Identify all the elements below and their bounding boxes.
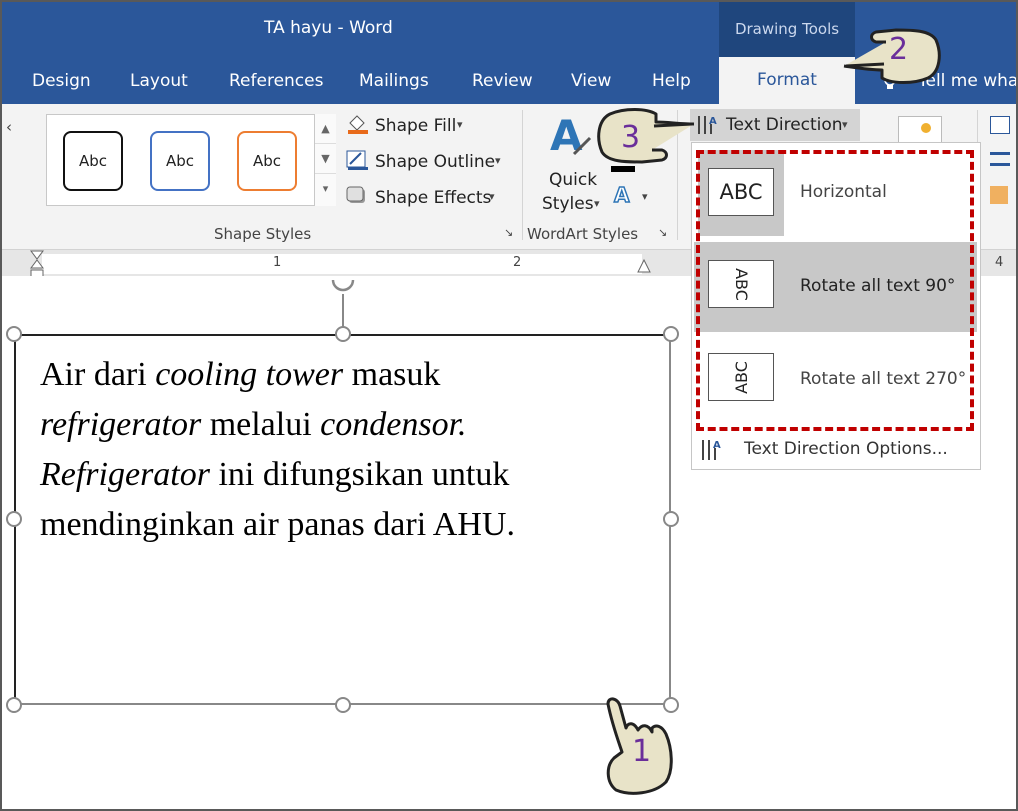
quick-styles-button[interactable]: Quick [549, 170, 597, 190]
step-3-label: 3 [621, 120, 641, 155]
shape-fill-dropdown-icon[interactable]: ▾ [457, 118, 463, 131]
text-direction-button[interactable]: A Text Direction ▾ [690, 109, 860, 141]
text-direction-options-icon: A [702, 440, 721, 460]
resize-handle-bottom[interactable] [335, 697, 351, 713]
text-direction-label: Text Direction [726, 115, 843, 135]
shape-effects-dropdown-icon[interactable]: ▾ [489, 190, 495, 203]
gallery-more-icon[interactable]: ▾ [315, 174, 336, 204]
group-divider [522, 110, 523, 240]
style-orange[interactable]: Abc [237, 131, 297, 191]
resize-handle-top-right[interactable] [663, 326, 679, 342]
shape-outline-dropdown-icon[interactable]: ▾ [495, 154, 501, 167]
text-direction-dropdown-icon: ▾ [842, 118, 848, 131]
tab-layout[interactable]: Layout [130, 71, 188, 91]
wordart-group-label: WordArt Styles [527, 225, 639, 243]
text-line: mendinginkan air panas dari AHU. [40, 506, 515, 543]
bring-forward-icon[interactable] [990, 152, 1010, 166]
resize-handle-top[interactable] [335, 326, 351, 342]
highlight-box [696, 150, 974, 431]
quick-styles-dropdown-icon[interactable]: ▾ [594, 197, 600, 210]
gallery-scroll: ▲ ▼ ▾ [314, 114, 336, 206]
text-line: Refrigerator ini difungsikan untuk [40, 456, 510, 493]
paint-bucket-icon [348, 115, 368, 134]
resize-handle-right[interactable] [663, 511, 679, 527]
text-fill-color-bar [611, 166, 635, 172]
svg-text:A: A [550, 111, 583, 160]
tab-review[interactable]: Review [472, 71, 533, 91]
text-line: Air dari cooling tower masuk [40, 356, 441, 393]
screenshot-frame: TA hayu - Word Drawing Tools Design Layo… [0, 0, 1018, 811]
svg-text:A: A [709, 116, 717, 127]
shape-styles-launcher-icon[interactable]: ↘ [504, 226, 513, 239]
shape-effects-icon [346, 186, 365, 203]
ruler-tick-4: 4 [995, 255, 1004, 270]
text-line: refrigerator melalui condensor. [40, 406, 467, 443]
text-outline-icon[interactable]: A [612, 184, 634, 206]
tab-references[interactable]: References [229, 71, 323, 91]
shape-fill-button[interactable]: Shape Fill [375, 116, 456, 136]
quick-styles-label[interactable]: Styles [542, 194, 594, 214]
shape-effects-button[interactable]: Shape Effects [375, 188, 491, 208]
shape-styles-gallery: Abc Abc Abc [46, 114, 336, 206]
step-2-label: 2 [889, 32, 909, 67]
gallery-up-icon[interactable]: ▲ [315, 114, 336, 144]
ruler-tick-2: 2 [513, 255, 522, 270]
style-black[interactable]: Abc [63, 131, 123, 191]
pen-icon [346, 150, 368, 170]
tab-mailings[interactable]: Mailings [359, 71, 429, 91]
wordart-launcher-icon[interactable]: ↘ [658, 226, 667, 239]
ruler-tick-1: 1 [273, 255, 282, 270]
window-title: TA hayu - Word [264, 18, 393, 38]
text-direction-options-item[interactable]: Text Direction Options... [744, 439, 948, 459]
send-backward-icon[interactable] [990, 186, 1008, 204]
resize-handle-left[interactable] [6, 511, 22, 527]
text-outline-dropdown-icon[interactable]: ▾ [642, 190, 648, 203]
tab-help[interactable]: Help [652, 71, 691, 91]
wrap-text-icon[interactable] [990, 116, 1010, 134]
resize-handle-bottom-left[interactable] [6, 697, 22, 713]
scroll-left-icon[interactable]: ‹ [6, 118, 12, 136]
svg-text:A: A [614, 184, 630, 206]
drawing-tools-label: Drawing Tools [719, 2, 855, 57]
shape-styles-group-label: Shape Styles [214, 225, 312, 243]
pointing-hand-icon [597, 108, 695, 164]
quick-styles-icon: A [550, 111, 592, 160]
tab-design[interactable]: Design [32, 71, 91, 91]
text-direction-icon: A [698, 116, 717, 134]
resize-handle-top-left[interactable] [6, 326, 22, 342]
shape-outline-button[interactable]: Shape Outline [375, 152, 495, 172]
step-1-label: 1 [632, 734, 652, 769]
svg-text:A: A [713, 440, 721, 451]
ruler-active-area [42, 254, 642, 274]
tab-view[interactable]: View [571, 71, 611, 91]
style-blue[interactable]: Abc [150, 131, 210, 191]
tab-format[interactable]: Format [719, 57, 855, 104]
gallery-down-icon[interactable]: ▼ [315, 144, 336, 174]
right-indent-marker-icon[interactable] [636, 258, 652, 274]
text-box-content[interactable]: Air dari cooling tower masuk refrigerato… [40, 350, 660, 550]
